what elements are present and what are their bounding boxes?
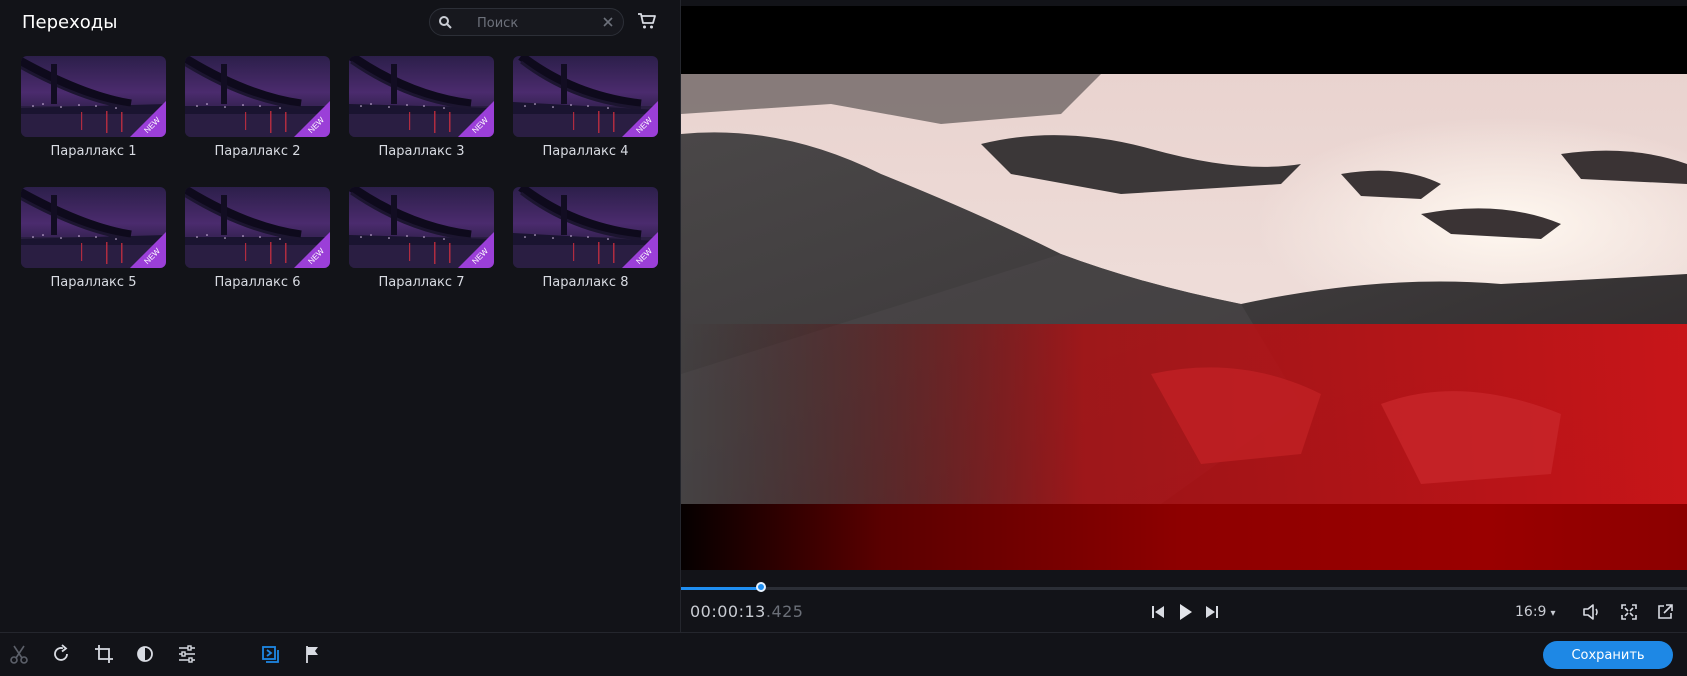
thumbnail-scene: NEW (513, 56, 658, 137)
next-icon[interactable] (1202, 602, 1222, 622)
search-box[interactable] (429, 8, 624, 36)
transition-card[interactable]: NEW Параллакс 4 (513, 56, 658, 159)
transition-card[interactable]: NEW Параллакс 2 (185, 56, 330, 159)
crop-icon[interactable] (93, 643, 115, 665)
thumbnail-scene: NEW (349, 187, 494, 268)
chevron-down-icon: ▾ (1550, 608, 1556, 619)
progress-fill (681, 587, 762, 590)
external-icon[interactable] (1655, 602, 1675, 622)
thumbnail-scene: NEW (185, 56, 330, 137)
prev-icon[interactable] (1148, 602, 1168, 622)
transition-thumbnail[interactable]: NEW (185, 56, 330, 137)
clear-icon[interactable] (601, 15, 615, 29)
timecode: 00:00:13.425 (690, 602, 803, 621)
play-icon[interactable] (1175, 602, 1195, 622)
cut-icon[interactable] (8, 643, 30, 665)
transition-card[interactable]: NEW Параллакс 5 (21, 187, 166, 290)
transition-label: Параллакс 4 (542, 144, 629, 159)
progress-handle[interactable] (756, 582, 767, 592)
transition-thumbnail[interactable]: NEW (349, 56, 494, 137)
transition-thumbnail[interactable]: NEW (349, 187, 494, 268)
transition-thumbnail[interactable]: NEW (21, 56, 166, 137)
cart-icon[interactable] (637, 12, 657, 30)
timecode-main: 00:00:13 (690, 602, 766, 621)
video-frame (681, 74, 1687, 504)
progress-bar[interactable] (681, 582, 1687, 592)
rotate-icon[interactable] (50, 643, 72, 665)
thumbnail-scene: NEW (513, 187, 658, 268)
search-icon (439, 16, 452, 29)
transition-card[interactable]: NEW Параллакс 8 (513, 187, 658, 290)
transition-label: Параллакс 5 (50, 275, 137, 290)
aspect-ratio-select[interactable]: 16:9 ▾ (1515, 604, 1555, 620)
video-bottom-band (681, 504, 1687, 570)
thumbnail-scene: NEW (21, 56, 166, 137)
search-input[interactable] (475, 13, 599, 33)
transition-card[interactable]: NEW Параллакс 3 (349, 56, 494, 159)
transition-card[interactable]: NEW Параллакс 1 (21, 56, 166, 159)
thumbnail-scene: NEW (185, 187, 330, 268)
transition-card[interactable]: NEW Параллакс 7 (349, 187, 494, 290)
transition-thumbnail[interactable]: NEW (21, 187, 166, 268)
bottom-toolbar: Сохранить (0, 632, 1687, 676)
transition-label: Параллакс 1 (50, 144, 137, 159)
transition-thumbnail[interactable]: NEW (185, 187, 330, 268)
video-preview[interactable] (681, 6, 1687, 570)
adjust-icon[interactable] (176, 643, 198, 665)
save-button[interactable]: Сохранить (1543, 641, 1673, 669)
transitions-panel: Переходы NEW Параллакс 1 NEW Параллакс 2… (0, 0, 680, 631)
thumbnail-scene: NEW (349, 56, 494, 137)
volume-icon[interactable] (1581, 602, 1601, 622)
transition-label: Параллакс 7 (378, 275, 465, 290)
flag-icon[interactable] (302, 643, 324, 665)
transition-card[interactable]: NEW Параллакс 6 (185, 187, 330, 290)
transition-label: Параллакс 2 (214, 144, 301, 159)
color-icon[interactable] (134, 643, 156, 665)
transition-label: Параллакс 3 (378, 144, 465, 159)
transition-label: Параллакс 6 (214, 275, 301, 290)
transition-thumbnail[interactable]: NEW (513, 187, 658, 268)
transition-icon[interactable] (260, 643, 282, 665)
panel-title: Переходы (22, 12, 118, 33)
aspect-ratio-value: 16:9 (1515, 604, 1547, 620)
timecode-ms: .425 (765, 602, 804, 621)
thumbnail-scene: NEW (21, 187, 166, 268)
transition-thumbnail[interactable]: NEW (513, 56, 658, 137)
transition-label: Параллакс 8 (542, 275, 629, 290)
fit-icon[interactable] (1619, 602, 1639, 622)
